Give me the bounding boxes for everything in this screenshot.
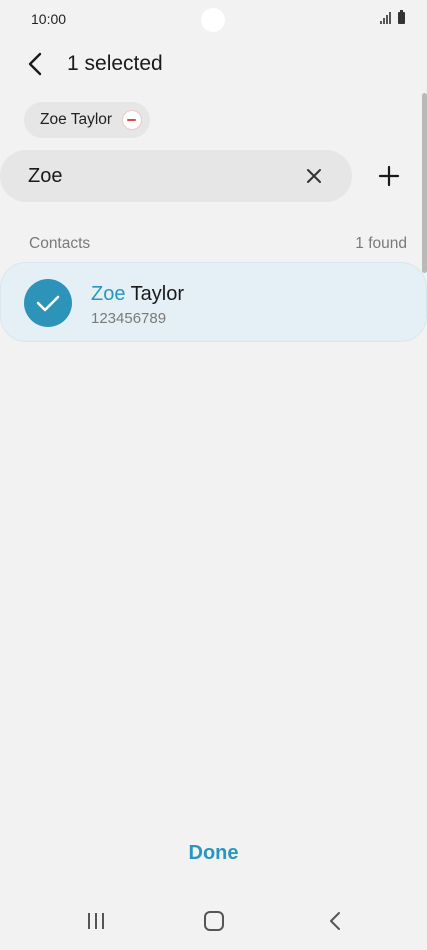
- contact-name-match: Zoe: [91, 283, 126, 305]
- plus-icon: [378, 165, 400, 187]
- recent-apps-icon: [88, 913, 104, 929]
- back-button[interactable]: [22, 50, 50, 78]
- back-arrow-icon: [28, 52, 42, 76]
- signal-icon: [380, 12, 392, 24]
- page-title: 1 selected: [67, 52, 163, 75]
- camera-cutout: [201, 8, 225, 32]
- section-label: Contacts: [29, 235, 91, 252]
- nav-back-button[interactable]: [325, 911, 345, 931]
- status-time: 10:00: [31, 11, 67, 27]
- scrollbar[interactable]: [422, 93, 427, 273]
- selection-checkbox[interactable]: [24, 279, 72, 327]
- status-icons: [380, 10, 405, 24]
- close-icon: [307, 169, 321, 183]
- header: 1 selected: [0, 44, 427, 88]
- list-item[interactable]: Zoe Taylor 123456789: [0, 262, 427, 342]
- nav-back-icon: [330, 912, 340, 930]
- home-button[interactable]: [204, 911, 224, 931]
- minus-circle-icon[interactable]: [122, 110, 143, 130]
- recent-apps-button[interactable]: [85, 912, 107, 930]
- contact-name: Zoe Taylor: [91, 283, 184, 306]
- search-bar: [0, 150, 352, 202]
- done-button[interactable]: Done: [0, 842, 427, 865]
- chip-label: Zoe Taylor: [40, 111, 113, 128]
- battery-icon: [398, 10, 405, 24]
- checkmark-icon: [36, 295, 60, 312]
- search-input[interactable]: [28, 162, 278, 190]
- contact-name-rest: Taylor: [125, 283, 185, 305]
- add-contact-button[interactable]: [372, 159, 406, 193]
- result-count: 1 found: [355, 235, 407, 252]
- selected-contact-chip[interactable]: Zoe Taylor: [24, 102, 151, 138]
- navigation-bar: [0, 890, 427, 950]
- contact-number: 123456789: [91, 310, 167, 327]
- status-bar: 10:00: [0, 0, 427, 40]
- clear-search-button[interactable]: [300, 162, 328, 190]
